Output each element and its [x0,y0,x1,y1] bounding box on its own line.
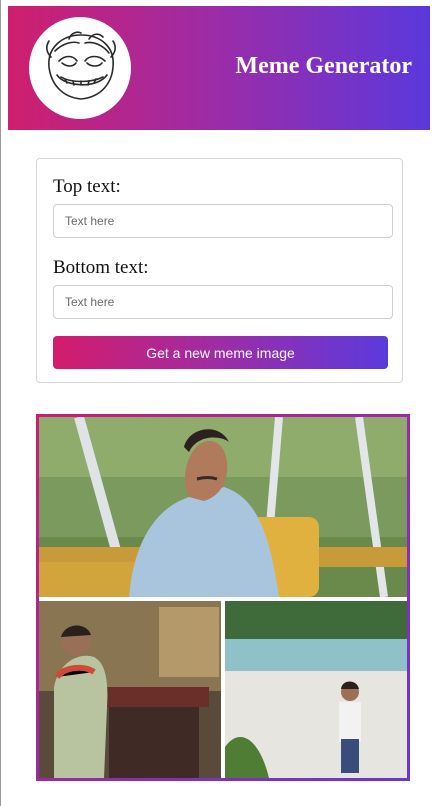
top-text-input[interactable] [53,204,393,238]
meme-panel-top [39,417,407,599]
meme-panel-bottom-right [225,601,407,778]
new-meme-button[interactable]: Get a new meme image [53,336,388,369]
top-text-label: Top text: [53,176,121,197]
app-title: Meme Generator [235,53,412,79]
troll-face-icon [29,17,131,119]
meme-panel-bottom-left [39,601,221,778]
bottom-text-label: Bottom text: [53,257,149,278]
meme-image [36,414,410,781]
page-border [0,0,1,806]
meme-form: Top text: Bottom text: Get a new meme im… [36,158,403,383]
bottom-text-input[interactable] [53,285,393,319]
header: Meme Generator [8,6,430,130]
